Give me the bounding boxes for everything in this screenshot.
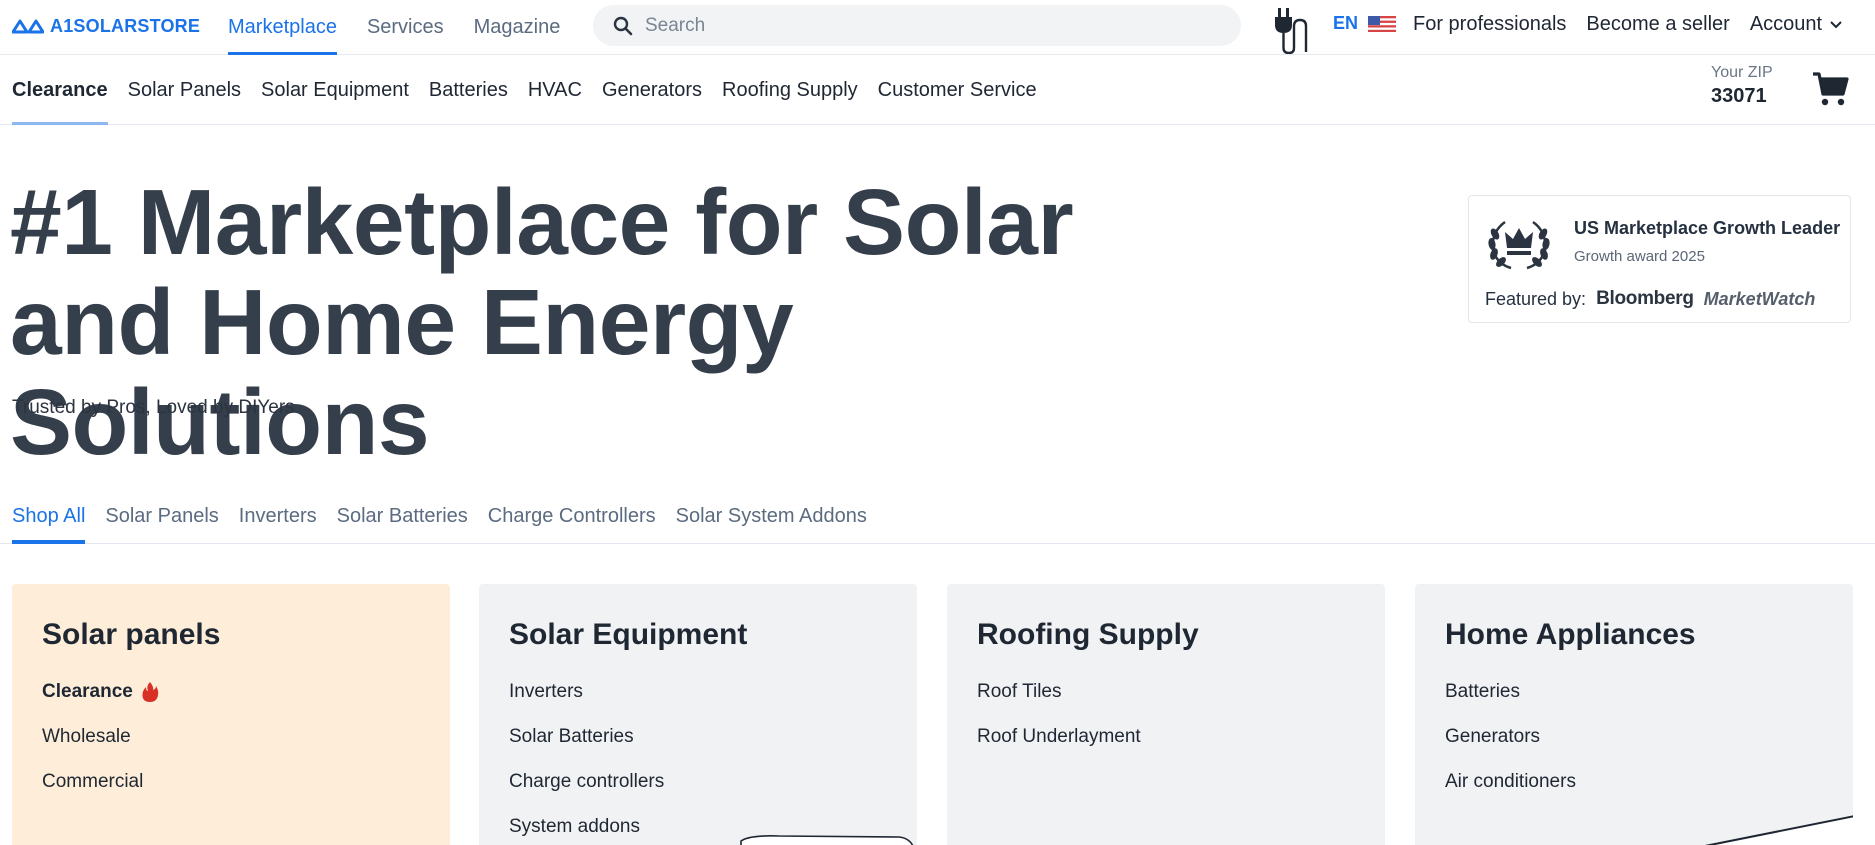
- bloomberg-logo: Bloomberg: [1596, 288, 1694, 309]
- card-link-roof-underlayment[interactable]: Roof Underlayment: [977, 726, 1141, 771]
- marketwatch-logo: MarketWatch: [1703, 288, 1816, 309]
- nav-services[interactable]: Services: [367, 0, 444, 55]
- hero-title-line-1: #1 Marketplace for Solar: [10, 170, 1074, 274]
- featured-label: Featured by:: [1485, 288, 1587, 309]
- laurel-crown-icon: [1488, 220, 1550, 270]
- hero-subtitle: Trusted by Pros, Loved by DIYers: [12, 397, 295, 418]
- category-card-solar-panels[interactable]: Solar panels Clearance Wholesale Commerc…: [12, 584, 450, 845]
- category-roofing-supply[interactable]: Roofing Supply: [722, 55, 858, 125]
- category-nav: Clearance Solar Panels Solar Equipment B…: [12, 55, 1037, 125]
- card-title[interactable]: Solar panels: [42, 618, 220, 652]
- category-batteries[interactable]: Batteries: [429, 55, 508, 125]
- zip-label: Your ZIP: [1711, 64, 1773, 81]
- tab-charge-controllers[interactable]: Charge Controllers: [488, 488, 656, 544]
- nav-marketplace[interactable]: Marketplace: [228, 0, 337, 55]
- category-generators[interactable]: Generators: [602, 55, 702, 125]
- plug-icon[interactable]: [1272, 6, 1316, 54]
- language-selector[interactable]: EN: [1333, 13, 1397, 34]
- zip-value: 33071: [1711, 85, 1767, 107]
- tab-shop-all[interactable]: Shop All: [12, 488, 86, 544]
- card-link-label: Clearance: [42, 681, 133, 702]
- tab-solar-system-addons[interactable]: Solar System Addons: [676, 488, 867, 544]
- become-seller-link[interactable]: Become a seller: [1586, 13, 1729, 36]
- card-link-wholesale[interactable]: Wholesale: [42, 726, 159, 771]
- category-bar: Clearance Solar Panels Solar Equipment B…: [0, 55, 1875, 125]
- account-menu[interactable]: Account: [1750, 13, 1842, 36]
- category-card-roofing-supply[interactable]: Roofing Supply Roof Tiles Roof Underlaym…: [947, 584, 1385, 845]
- nav-magazine[interactable]: Magazine: [474, 0, 561, 55]
- category-card-solar-equipment[interactable]: Solar Equipment Inverters Solar Batterie…: [479, 584, 917, 845]
- hero-title: #1 Marketplace for Solar and Home Energy…: [10, 172, 1190, 472]
- primary-nav: Marketplace Services Magazine: [228, 0, 560, 55]
- language-code: EN: [1333, 13, 1359, 33]
- card-title[interactable]: Roofing Supply: [977, 618, 1199, 652]
- category-customer-service[interactable]: Customer Service: [878, 55, 1037, 125]
- tab-solar-panels[interactable]: Solar Panels: [105, 488, 218, 544]
- zip-selector[interactable]: Your ZIP 33071: [1711, 64, 1773, 108]
- category-clearance[interactable]: Clearance: [12, 55, 108, 125]
- logo[interactable]: A1SOLARSTORE: [12, 14, 200, 38]
- category-solar-panels[interactable]: Solar Panels: [128, 55, 241, 125]
- award-title: US Marketplace Growth Leader: [1574, 218, 1841, 238]
- featured-by: Featured by: Bloomberg MarketWatch: [1485, 288, 1815, 310]
- category-card-home-appliances[interactable]: Home Appliances Batteries Generators Air…: [1415, 584, 1853, 845]
- card-link-commercial[interactable]: Commercial: [42, 771, 159, 816]
- appliance-illustration: [1704, 815, 1853, 845]
- hero-title-line-2: and Home Energy Solutions: [10, 270, 794, 474]
- top-bar: A1SOLARSTORE Marketplace Services Magazi…: [0, 0, 1875, 55]
- account-label: Account: [1749, 13, 1823, 35]
- award-badge: US Marketplace Growth Leader Growth awar…: [1468, 195, 1851, 323]
- award-subtitle: Growth award 2025: [1574, 248, 1705, 265]
- search-icon: [613, 16, 633, 35]
- search-bar[interactable]: [593, 5, 1241, 46]
- shop-tabs: Shop All Solar Panels Inverters Solar Ba…: [0, 488, 1875, 544]
- fire-icon: [142, 682, 159, 702]
- card-link-clearance[interactable]: Clearance: [42, 681, 159, 726]
- card-link-roof-tiles[interactable]: Roof Tiles: [977, 681, 1141, 726]
- category-hvac[interactable]: HVAC: [528, 55, 582, 125]
- equipment-illustration: [740, 835, 914, 845]
- category-solar-equipment[interactable]: Solar Equipment: [261, 55, 409, 125]
- tab-inverters[interactable]: Inverters: [239, 488, 317, 544]
- cart-icon[interactable]: [1812, 70, 1850, 108]
- for-professionals-link[interactable]: For professionals: [1413, 13, 1566, 36]
- logo-text: A1SOLARSTORE: [50, 15, 201, 36]
- search-input[interactable]: [645, 14, 1205, 37]
- account-nav: For professionals Become a seller Accoun…: [1413, 13, 1842, 36]
- chevron-down-icon: [1830, 20, 1842, 28]
- logo-icon: [12, 19, 44, 34]
- tab-solar-batteries[interactable]: Solar Batteries: [337, 488, 468, 544]
- us-flag-icon: [1368, 15, 1397, 32]
